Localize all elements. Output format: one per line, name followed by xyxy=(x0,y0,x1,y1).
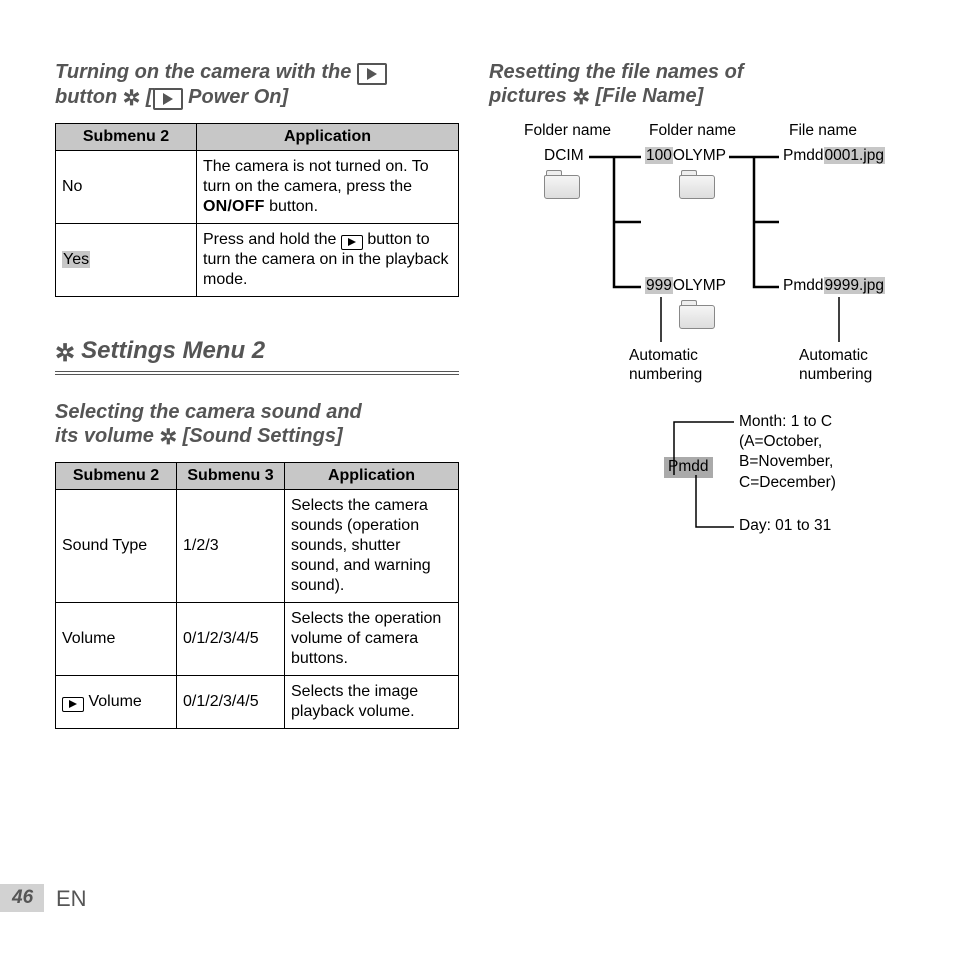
cell-soundtype-opts: 1/2/3 xyxy=(177,490,285,603)
title-part: [Sound Settings] xyxy=(177,425,343,447)
settings-menu-2-banner: ✲Settings Menu 2 xyxy=(55,337,459,375)
title-part: button xyxy=(55,86,123,108)
page-number: 46 xyxy=(12,887,33,909)
playback-icon xyxy=(62,697,84,712)
onoff-label: ON/OFF xyxy=(203,198,265,215)
table-row: Yes Press and hold the button to turn th… xyxy=(56,224,459,297)
banner-title: Settings Menu 2 xyxy=(81,337,265,364)
cell-no-desc: The camera is not turned on. To turn on … xyxy=(197,151,459,224)
title-part: pictures xyxy=(489,85,572,107)
page-language: EN xyxy=(56,886,87,912)
title-part: its volume xyxy=(55,425,159,447)
cell-soundtype-desc: Selects the camera sounds (operation sou… xyxy=(285,490,459,603)
th-submenu2: Submenu 2 xyxy=(56,124,197,151)
table-row: No The camera is not turned on. To turn … xyxy=(56,151,459,224)
text-part: Volume xyxy=(84,693,142,710)
cell-playvolume-opts: 0/1/2/3/4/5 xyxy=(177,676,285,729)
wrench-icon: ✲ xyxy=(572,85,590,110)
power-on-table: Submenu 2 Application No The camera is n… xyxy=(55,123,459,297)
sound-settings-table: Submenu 2 Submenu 3 Application Sound Ty… xyxy=(55,462,459,729)
cell-playvolume-desc: Selects the image playback volume. xyxy=(285,676,459,729)
table-row: Volume 0/1/2/3/4/5 Selects the image pla… xyxy=(56,676,459,729)
wrench-icon: ✲ xyxy=(55,339,75,368)
yes-highlight: Yes xyxy=(62,251,90,268)
section2-title: Selecting the camera sound and its volum… xyxy=(55,400,459,450)
title-part: Turning on the camera with the xyxy=(55,61,357,83)
table-row: Sound Type 1/2/3 Selects the camera soun… xyxy=(56,490,459,603)
section1-title: Turning on the camera with the button ✲ … xyxy=(55,60,459,111)
text-part: button. xyxy=(265,198,318,215)
title-part: Selecting the camera sound and xyxy=(55,401,362,423)
cell-no: No xyxy=(56,151,197,224)
title-part: Power On] xyxy=(183,86,289,108)
playback-icon xyxy=(341,235,363,250)
diagram-connectors xyxy=(489,122,904,562)
title-part: [File Name] xyxy=(590,85,703,107)
cell-volume: Volume xyxy=(56,603,177,676)
section3-title: Resetting the file names of pictures ✲ [… xyxy=(489,60,904,110)
file-structure-diagram: Folder name Folder name File name DCIM 1… xyxy=(489,122,904,562)
th-submenu2: Submenu 2 xyxy=(56,463,177,490)
text-part: The camera is not turned on. To turn on … xyxy=(203,158,429,195)
th-application: Application xyxy=(197,124,459,151)
text-part: Press and hold the xyxy=(203,231,341,248)
page-footer: 46 EN xyxy=(0,884,300,914)
playback-icon xyxy=(357,63,387,85)
th-submenu3: Submenu 3 xyxy=(177,463,285,490)
wrench-icon: ✲ xyxy=(159,425,177,450)
cell-yes-desc: Press and hold the button to turn the ca… xyxy=(197,224,459,297)
cell-volume-desc: Selects the operation volume of camera b… xyxy=(285,603,459,676)
cell-yes: Yes xyxy=(56,224,197,297)
playback-icon xyxy=(153,88,183,110)
title-part: Resetting the file names of xyxy=(489,61,744,83)
cell-playvolume: Volume xyxy=(56,676,177,729)
wrench-icon: ✲ xyxy=(123,86,141,111)
table-row: Volume 0/1/2/3/4/5 Selects the operation… xyxy=(56,603,459,676)
cell-soundtype: Sound Type xyxy=(56,490,177,603)
th-application: Application xyxy=(285,463,459,490)
cell-volume-opts: 0/1/2/3/4/5 xyxy=(177,603,285,676)
